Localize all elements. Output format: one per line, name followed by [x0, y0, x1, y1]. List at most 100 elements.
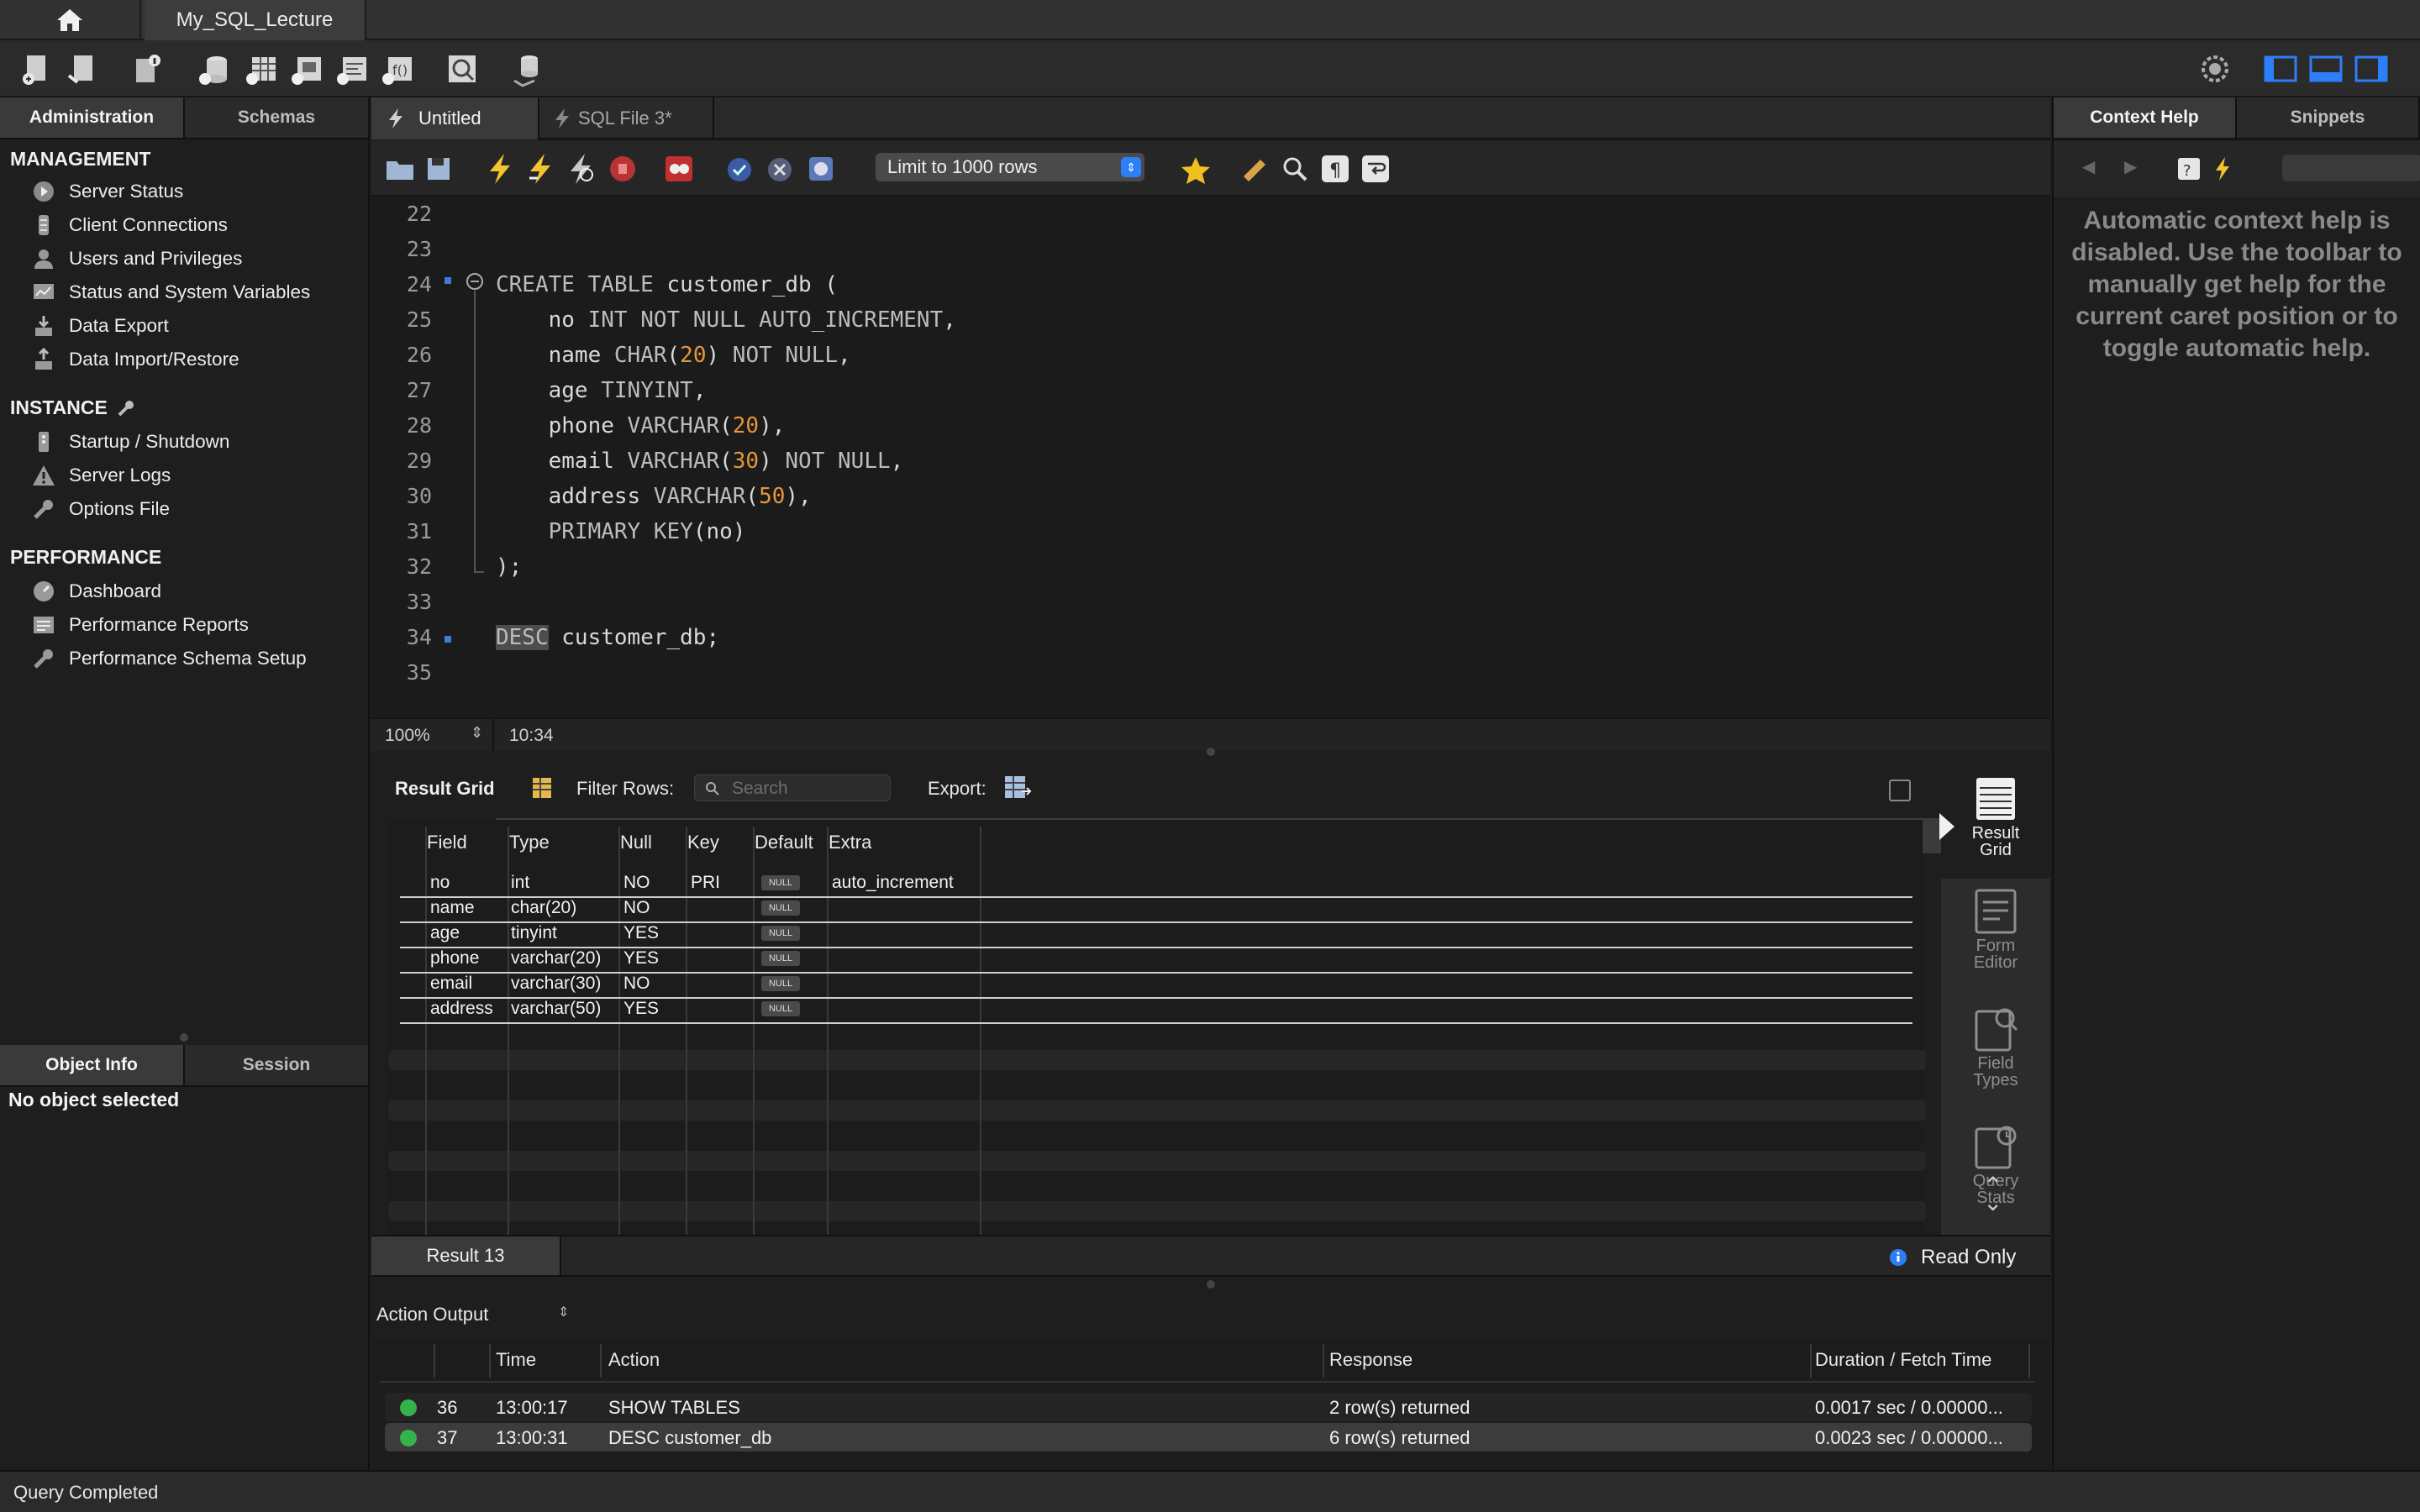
- auto-help-lightning-icon[interactable]: [2213, 156, 2232, 181]
- tab-result-13[interactable]: Result 13: [371, 1236, 561, 1275]
- tab-administration[interactable]: Administration: [0, 97, 185, 138]
- open-file-icon[interactable]: [385, 155, 415, 183]
- column-header-extra[interactable]: Extra: [829, 832, 871, 853]
- column-header-default[interactable]: Default: [755, 832, 813, 853]
- beautify-icon[interactable]: [1240, 155, 1269, 183]
- sidebar-item-server-logs[interactable]: Server Logs: [32, 460, 171, 491]
- null-badge: NULL: [761, 976, 800, 991]
- line-number: 26: [406, 343, 432, 367]
- new-sql-tab-icon[interactable]: [18, 50, 55, 87]
- tab-object-info[interactable]: Object Info: [0, 1045, 185, 1085]
- stop-icon[interactable]: [608, 155, 637, 183]
- sql-editor[interactable]: 22 23 24 25 26 27 28 29 30 31 32 33 34 35 CREATE TABL…: [371, 197, 2050, 853]
- grid-layout-icon[interactable]: [531, 776, 553, 800]
- create-view-icon[interactable]: [287, 50, 324, 87]
- result-grid-view-button[interactable]: Result Grid: [1941, 776, 2050, 858]
- limit-rows-select[interactable]: Limit to 1000 rows ⇕: [876, 153, 1144, 181]
- tab-untitled[interactable]: Untitled: [371, 97, 539, 139]
- forward-arrow-icon[interactable]: ▶: [2124, 156, 2137, 177]
- create-procedure-icon[interactable]: [333, 50, 370, 87]
- form-editor-view-button[interactable]: Form Editor: [1941, 889, 2050, 971]
- splitter-handle[interactable]: [1207, 1280, 1215, 1289]
- home-tab[interactable]: [0, 0, 141, 40]
- cursor-position: 10:34: [509, 726, 554, 745]
- zoom-stepper-icon[interactable]: ⇕: [471, 724, 483, 742]
- help-topic-select[interactable]: [2282, 155, 2420, 181]
- sidebar-item-performance-schema-setup[interactable]: Performance Schema Setup: [32, 643, 307, 674]
- splitter-handle[interactable]: [180, 1033, 188, 1042]
- invisible-chars-icon[interactable]: ¶: [1321, 155, 1349, 183]
- sidebar-item-client-connections[interactable]: Client Connections: [32, 210, 228, 240]
- word-wrap-icon[interactable]: [1361, 155, 1390, 183]
- search-table-data-icon[interactable]: [444, 50, 481, 87]
- rail-label: Field Types: [1973, 1054, 2018, 1089]
- wrap-cell-toggle[interactable]: [1889, 780, 1911, 801]
- result-grid[interactable]: Field Type Null Key Default Extra no int N…: [387, 820, 1926, 1235]
- manual-help-icon[interactable]: ?: [2176, 156, 2202, 181]
- sidebar-item-startup-shutdown[interactable]: Startup / Shutdown: [32, 427, 229, 457]
- splitter-handle[interactable]: [1207, 748, 1215, 756]
- zoom-level[interactable]: 100%: [385, 726, 430, 746]
- rollback-icon[interactable]: [766, 156, 793, 183]
- preferences-gear-icon[interactable]: [2196, 50, 2233, 87]
- sidebar-item-status-variables[interactable]: Status and System Variables: [32, 277, 310, 307]
- fold-collapse-icon[interactable]: [466, 272, 484, 291]
- tab-session[interactable]: Session: [185, 1045, 370, 1085]
- export-icon[interactable]: [1003, 774, 1032, 801]
- output-type-select[interactable]: Action Output ⇕: [376, 1304, 570, 1331]
- status-text: Query Completed: [13, 1482, 159, 1503]
- column-header-null[interactable]: Null: [620, 832, 652, 853]
- connection-tab[interactable]: My_SQL_Lecture: [145, 0, 366, 40]
- execute-icon[interactable]: [486, 153, 514, 185]
- sidebar-item-label: Dashboard: [69, 580, 162, 601]
- workbench-window: My_SQL_Lecture f() Administration Schema…: [0, 0, 2420, 1512]
- sidebar-item-dashboard[interactable]: Dashboard: [32, 576, 161, 606]
- sidebar-item-data-import[interactable]: Data Import/Restore: [32, 344, 239, 375]
- add-snippet-star-icon[interactable]: [1180, 155, 1212, 185]
- open-sql-script-icon[interactable]: [66, 50, 103, 87]
- tab-sql-file-3[interactable]: SQL File 3*: [541, 97, 714, 139]
- search-icon: [706, 782, 719, 795]
- column-header-key[interactable]: Key: [687, 832, 719, 853]
- inspector-icon[interactable]: [129, 50, 166, 87]
- column-header-field[interactable]: Field: [427, 832, 467, 853]
- sidebar-item-data-export[interactable]: Data Export: [32, 311, 169, 341]
- sidebar-item-users-privileges[interactable]: Users and Privileges: [32, 244, 242, 274]
- execute-current-icon[interactable]: [526, 153, 555, 185]
- filter-search-input[interactable]: Search: [694, 774, 891, 801]
- sidebar-item-server-status[interactable]: Server Status: [32, 176, 183, 207]
- column-divider: [1810, 1344, 1812, 1378]
- save-icon[interactable]: [425, 155, 452, 183]
- autocommit-icon[interactable]: [807, 155, 835, 183]
- list-item[interactable]: 36 13:00:17 SHOW TABLES 2 row(s) returne…: [385, 1393, 2032, 1421]
- toggle-sidebar-icon[interactable]: [2262, 50, 2299, 87]
- back-arrow-icon[interactable]: ◀: [2082, 156, 2095, 177]
- column-divider: [686, 827, 687, 1235]
- toggle-continue-on-error-icon[interactable]: [664, 155, 694, 183]
- explain-icon[interactable]: [566, 153, 597, 185]
- reconnect-icon[interactable]: [509, 50, 546, 87]
- column-header-duration[interactable]: Duration / Fetch Time: [1815, 1349, 1991, 1371]
- create-schema-icon[interactable]: [195, 50, 232, 87]
- toggle-output-panel-icon[interactable]: [2307, 50, 2344, 87]
- tab-schemas[interactable]: Schemas: [185, 97, 370, 138]
- field-types-view-button[interactable]: Field Types: [1941, 1006, 2050, 1089]
- tab-snippets[interactable]: Snippets: [2237, 97, 2420, 138]
- column-header-time[interactable]: Time: [496, 1349, 536, 1371]
- line-number: 31: [406, 519, 432, 543]
- create-function-icon[interactable]: f(): [378, 50, 415, 87]
- toggle-secondary-sidebar-icon[interactable]: [2353, 50, 2390, 87]
- column-header-type[interactable]: Type: [509, 832, 550, 853]
- rail-scroll-icon[interactable]: ⌃ ⌄: [1983, 1174, 2002, 1215]
- cell-key: PRI: [691, 873, 721, 892]
- column-header-response[interactable]: Response: [1329, 1349, 1413, 1371]
- find-icon[interactable]: [1281, 155, 1309, 183]
- list-item[interactable]: 37 13:00:31 DESC customer_db 6 row(s) re…: [385, 1423, 2032, 1452]
- object-info-text: No object selected: [8, 1089, 180, 1110]
- sidebar-item-options-file[interactable]: Options File: [32, 494, 170, 524]
- tab-context-help[interactable]: Context Help: [2054, 97, 2237, 138]
- sidebar-item-performance-reports[interactable]: Performance Reports: [32, 610, 249, 640]
- create-table-icon[interactable]: [242, 50, 279, 87]
- column-header-action[interactable]: Action: [608, 1349, 660, 1371]
- commit-icon[interactable]: [726, 156, 753, 183]
